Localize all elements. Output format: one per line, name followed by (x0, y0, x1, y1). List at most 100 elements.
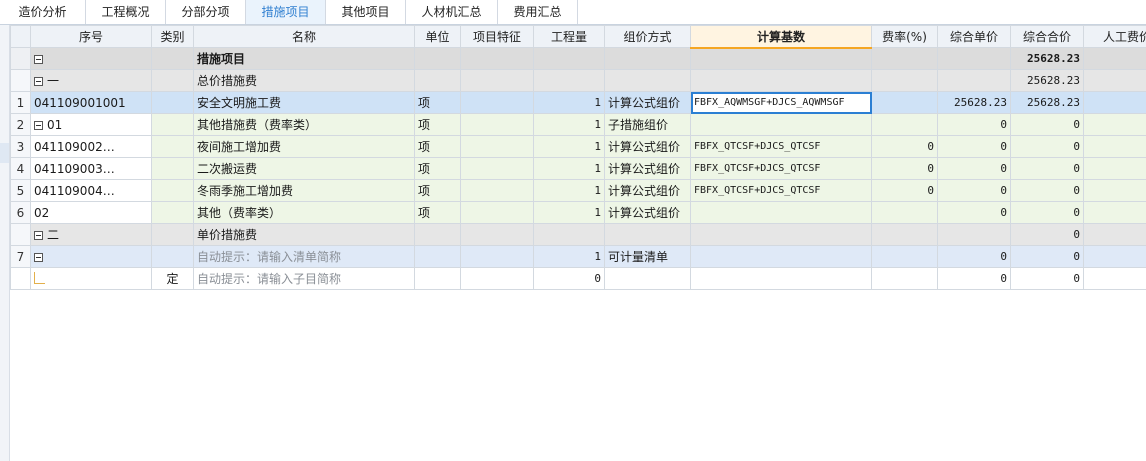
name-cell[interactable]: 单价措施费 (193, 223, 415, 246)
calc-base-cell[interactable] (690, 113, 872, 136)
collapse-toggle-icon[interactable] (34, 231, 43, 240)
unit-price-cell[interactable]: 0 (937, 267, 1011, 290)
collapse-toggle-icon[interactable] (34, 77, 43, 86)
unit-price-cell[interactable] (937, 223, 1011, 246)
unit-cell[interactable] (414, 223, 461, 246)
quantity-cell[interactable]: 1 (533, 135, 605, 158)
features-cell[interactable] (460, 245, 534, 268)
category-cell[interactable]: 定 (151, 267, 194, 290)
col-header-unit[interactable]: 单位 (414, 25, 461, 48)
labor-cost-cell[interactable] (1083, 113, 1146, 136)
name-cell[interactable]: 夜间施工增加费 (193, 135, 415, 158)
unit-cell[interactable]: 项 (414, 135, 461, 158)
total-price-cell[interactable]: 0 (1010, 201, 1084, 224)
table-row[interactable]: 2 01 其他措施费（费率类） 项 1 子措施组价 0 0 (10, 113, 1146, 136)
features-cell[interactable] (460, 47, 534, 70)
features-cell[interactable] (460, 179, 534, 202)
category-cell[interactable] (151, 47, 194, 70)
labor-cost-cell[interactable] (1083, 267, 1146, 290)
category-cell[interactable] (151, 113, 194, 136)
unit-cell[interactable]: 项 (414, 91, 461, 114)
tab-fee-summary[interactable]: 费用汇总 (498, 0, 578, 24)
quantity-cell[interactable] (533, 223, 605, 246)
unit-cell[interactable]: 项 (414, 201, 461, 224)
unit-price-cell[interactable]: 0 (937, 157, 1011, 180)
quantity-cell[interactable]: 1 (533, 157, 605, 180)
calc-base-cell[interactable] (690, 267, 872, 290)
labor-cost-cell[interactable] (1083, 47, 1146, 70)
table-row[interactable]: 5 041109004… 冬雨季施工增加费 项 1 计算公式组价 FBFX_QT… (10, 179, 1146, 202)
total-price-cell[interactable]: 25628.23 (1010, 47, 1084, 70)
features-cell[interactable] (460, 135, 534, 158)
calc-base-cell[interactable]: FBFX_QTCSF+DJCS_QTCSF (690, 179, 872, 202)
unit-price-cell[interactable]: 0 (937, 113, 1011, 136)
category-cell[interactable] (151, 69, 194, 92)
calc-base-cell[interactable] (690, 69, 872, 92)
total-price-cell[interactable]: 25628.23 (1010, 91, 1084, 114)
tab-labor-material-machine[interactable]: 人材机汇总 (406, 0, 498, 24)
table-row[interactable]: 6 02 其他（费率类） 项 1 计算公式组价 0 0 (10, 201, 1146, 224)
category-cell[interactable] (151, 245, 194, 268)
category-cell[interactable] (151, 201, 194, 224)
labor-cost-cell[interactable] (1083, 245, 1146, 268)
unit-cell[interactable]: 项 (414, 157, 461, 180)
features-cell[interactable] (460, 267, 534, 290)
quantity-cell[interactable]: 1 (533, 201, 605, 224)
total-price-cell[interactable]: 0 (1010, 113, 1084, 136)
collapse-toggle-icon[interactable] (34, 120, 43, 130)
table-row[interactable]: 7 自动提示：请输入清单简称 1 可计量清单 0 0 (10, 245, 1146, 268)
col-header-calc-base[interactable]: 计算基数 (690, 25, 872, 49)
quantity-cell[interactable]: 1 (533, 91, 605, 114)
features-cell[interactable] (460, 157, 534, 180)
tab-other-items[interactable]: 其他项目 (326, 0, 406, 24)
quantity-cell[interactable] (533, 47, 605, 70)
collapse-toggle-icon[interactable] (34, 54, 43, 64)
calc-base-cell[interactable] (690, 47, 872, 70)
calc-base-cell[interactable]: FBFX_QTCSF+DJCS_QTCSF (690, 157, 872, 180)
unit-cell[interactable] (414, 47, 461, 70)
unit-price-cell[interactable]: 0 (937, 179, 1011, 202)
name-cell[interactable]: 冬雨季施工增加费 (193, 179, 415, 202)
rate-cell[interactable]: 0 (871, 179, 938, 202)
name-cell[interactable]: 其他措施费（费率类） (193, 113, 415, 136)
quantity-cell[interactable]: 1 (533, 245, 605, 268)
unit-price-cell[interactable]: 25628.23 (937, 91, 1011, 114)
category-cell[interactable] (151, 91, 194, 114)
quantity-cell[interactable]: 1 (533, 179, 605, 202)
category-cell[interactable] (151, 223, 194, 246)
rate-cell[interactable] (871, 91, 938, 114)
table-row[interactable]: 4 041109003… 二次搬运费 项 1 计算公式组价 FBFX_QTCSF… (10, 157, 1146, 180)
table-row[interactable]: 措施项目 25628.23 (10, 47, 1146, 70)
rate-cell[interactable] (871, 113, 938, 136)
pricing-method-cell[interactable]: 计算公式组价 (604, 135, 691, 158)
col-header-features[interactable]: 项目特征 (460, 25, 534, 48)
table-row[interactable]: 定 自动提示：请输入子目简称 0 0 0 (10, 267, 1146, 290)
name-cell[interactable]: 总价措施费 (193, 69, 415, 92)
labor-cost-cell[interactable] (1083, 69, 1146, 92)
tab-sub-items[interactable]: 分部分项 (166, 0, 246, 24)
rate-cell[interactable]: 0 (871, 135, 938, 158)
unit-cell[interactable] (414, 267, 461, 290)
labor-cost-cell[interactable] (1083, 91, 1146, 114)
total-price-cell[interactable]: 0 (1010, 267, 1084, 290)
features-cell[interactable] (460, 91, 534, 114)
unit-price-cell[interactable]: 0 (937, 245, 1011, 268)
total-price-cell[interactable]: 25628.23 (1010, 69, 1084, 92)
unit-cell[interactable]: 项 (414, 113, 461, 136)
col-header-quantity[interactable]: 工程量 (533, 25, 605, 48)
pricing-method-cell[interactable]: 计算公式组价 (604, 157, 691, 180)
quantity-cell[interactable]: 0 (533, 267, 605, 290)
calc-base-cell[interactable]: FBFX_QTCSF+DJCS_QTCSF (690, 135, 872, 158)
name-cell[interactable]: 二次搬运费 (193, 157, 415, 180)
name-cell[interactable]: 安全文明施工费 (193, 91, 415, 114)
col-header-rate[interactable]: 费率(%) (871, 25, 938, 48)
col-header-total-price[interactable]: 综合合价 (1010, 25, 1084, 48)
total-price-cell[interactable]: 0 (1010, 223, 1084, 246)
features-cell[interactable] (460, 113, 534, 136)
name-cell[interactable]: 其他（费率类） (193, 201, 415, 224)
calc-base-cell[interactable] (690, 245, 872, 268)
col-header-pricing-method[interactable]: 组价方式 (604, 25, 691, 48)
table-row[interactable]: 二 单价措施费 0 (10, 223, 1146, 246)
col-header-unit-price[interactable]: 综合单价 (937, 25, 1011, 48)
features-cell[interactable] (460, 223, 534, 246)
